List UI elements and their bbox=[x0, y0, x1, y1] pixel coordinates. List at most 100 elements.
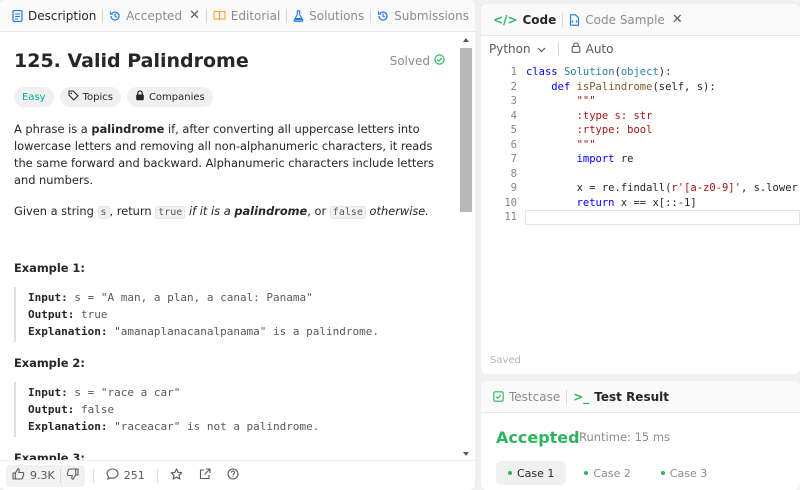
tab-test-result-label: Test Result bbox=[594, 389, 669, 404]
desc-text: A phrase is a bbox=[14, 122, 92, 136]
example-title: Example 1: bbox=[14, 261, 85, 275]
line-number: 1 bbox=[510, 66, 517, 78]
thumbs-down-icon[interactable] bbox=[66, 468, 79, 483]
help-button[interactable] bbox=[223, 468, 243, 483]
case-tab-2[interactable]: Case 2 bbox=[572, 461, 642, 485]
example-title: Example 3: bbox=[14, 451, 85, 460]
favorite-button[interactable] bbox=[166, 467, 187, 484]
pass-dot bbox=[584, 471, 589, 475]
inline-code: s bbox=[97, 206, 110, 219]
share-button[interactable] bbox=[195, 468, 215, 483]
pass-dot bbox=[508, 471, 512, 475]
tab-testcase[interactable]: Testcase bbox=[487, 381, 566, 412]
tag-icon bbox=[68, 90, 79, 104]
description-panel: Description Accepted ✕ Editorial Solutio… bbox=[0, 0, 475, 490]
bar-divider bbox=[156, 468, 158, 483]
problem-badges: Easy Topics Companies bbox=[14, 87, 445, 107]
desc-italic: otherwise. bbox=[365, 204, 429, 218]
tab-solutions-label: Solutions bbox=[309, 8, 365, 23]
solved-label: Solved bbox=[389, 54, 430, 68]
vote-box: 9.3K bbox=[6, 464, 85, 487]
inline-code: false bbox=[329, 206, 366, 219]
terminal-icon: >_ bbox=[573, 389, 590, 404]
question-circle-icon bbox=[227, 468, 239, 483]
example-output: false bbox=[80, 403, 115, 416]
solved-status: Solved bbox=[390, 54, 445, 68]
case-tab-3[interactable]: Case 3 bbox=[649, 461, 719, 485]
description-bottom-bar: 9.3K 251 bbox=[0, 460, 475, 490]
tab-description-label: Description bbox=[28, 8, 97, 23]
close-icon[interactable]: ✕ bbox=[672, 12, 683, 27]
star-icon bbox=[170, 467, 183, 484]
case-tab-1[interactable]: Case 1 bbox=[496, 461, 567, 485]
thumbs-up-icon[interactable] bbox=[12, 468, 25, 483]
mode-label: Auto bbox=[585, 42, 614, 56]
document-icon bbox=[12, 9, 23, 22]
example-title: Example 2: bbox=[14, 356, 85, 370]
result-status: Accepted bbox=[496, 428, 580, 447]
file-code-icon bbox=[569, 13, 580, 26]
line-number: 8 bbox=[510, 167, 517, 180]
toolbar-divider bbox=[557, 42, 559, 56]
history-icon bbox=[377, 10, 389, 22]
code-line: class Solution(object): bbox=[526, 66, 672, 78]
case-label: Case 2 bbox=[593, 466, 631, 480]
code-tabbar: </> Code Code Sample ✕ bbox=[481, 4, 800, 36]
line-number: 4 bbox=[510, 109, 517, 122]
language-select[interactable]: Python bbox=[489, 42, 546, 56]
tab-code-label: Code bbox=[522, 12, 557, 27]
tab-editorial[interactable]: Editorial bbox=[207, 0, 287, 31]
check-circle-icon bbox=[434, 54, 445, 68]
language-label: Python bbox=[489, 42, 531, 56]
scroll-down-icon[interactable] bbox=[463, 452, 469, 456]
lock-icon bbox=[571, 42, 581, 56]
tab-description[interactable]: Description bbox=[6, 0, 102, 31]
code-line: import re bbox=[576, 153, 634, 165]
pass-dot bbox=[660, 471, 665, 475]
description-scrollbar[interactable] bbox=[460, 34, 472, 460]
example-input: s = "race a car" bbox=[74, 386, 181, 399]
tab-accepted[interactable]: Accepted ✕ bbox=[103, 0, 206, 31]
auto-mode-button[interactable]: Auto bbox=[571, 42, 614, 56]
tab-solutions[interactable]: Solutions bbox=[287, 0, 370, 31]
explanation-label: Explanation: bbox=[28, 325, 108, 338]
likes-count: 9.3K bbox=[30, 469, 55, 482]
code-line: def isPalindrome(self, s): bbox=[551, 80, 716, 93]
input-label: Input: bbox=[28, 291, 68, 304]
book-icon bbox=[213, 10, 226, 21]
saved-status: Saved bbox=[490, 355, 521, 366]
result-tabbar: Testcase >_ Test Result bbox=[481, 381, 800, 413]
comments-button[interactable]: 251 bbox=[102, 468, 149, 483]
tab-test-result[interactable]: >_ Test Result bbox=[567, 381, 675, 412]
example-block: Input: s = "A man, a plan, a canal: Pana… bbox=[14, 287, 445, 342]
scrollbar-thumb[interactable] bbox=[460, 48, 472, 212]
tab-submissions[interactable]: Submissions bbox=[371, 0, 475, 31]
code-line: x = re.findall(r'[a-z0-9]', s.lower()) bbox=[526, 182, 800, 194]
case-label: Case 1 bbox=[517, 466, 555, 480]
desc-bold: palindrome bbox=[234, 204, 308, 218]
inline-code: true bbox=[155, 206, 186, 219]
explanation-label: Explanation: bbox=[28, 420, 108, 433]
problem-content: 125. Valid Palindrome Solved Easy Topics bbox=[0, 32, 459, 460]
companies-button[interactable]: Companies bbox=[126, 87, 213, 107]
desc-text: , return bbox=[109, 204, 156, 218]
line-number: 11 bbox=[504, 211, 517, 223]
code-line: """ bbox=[576, 95, 596, 107]
vote-divider bbox=[59, 468, 61, 483]
line-number: 7 bbox=[510, 153, 517, 165]
topics-button[interactable]: Topics bbox=[59, 87, 121, 107]
comments-count: 251 bbox=[123, 469, 145, 482]
desc-italic: if it is a bbox=[185, 204, 235, 218]
tab-code-sample[interactable]: Code Sample ✕ bbox=[563, 4, 688, 35]
history-icon bbox=[109, 10, 121, 22]
line-number: 5 bbox=[510, 124, 517, 136]
comment-icon bbox=[106, 468, 119, 483]
tab-code[interactable]: </> Code bbox=[487, 4, 562, 35]
example-block: Input: s = "race a car" Output: false Ex… bbox=[14, 382, 445, 437]
close-icon[interactable]: ✕ bbox=[189, 8, 200, 23]
bar-divider bbox=[92, 468, 94, 483]
problem-header: 125. Valid Palindrome Solved bbox=[14, 50, 445, 72]
scroll-up-icon[interactable] bbox=[463, 38, 469, 42]
code-editor[interactable]: 1 2 3 4 5 6 7 8 9 10 11 class Solution(o… bbox=[481, 66, 800, 246]
example-output: true bbox=[80, 308, 108, 321]
